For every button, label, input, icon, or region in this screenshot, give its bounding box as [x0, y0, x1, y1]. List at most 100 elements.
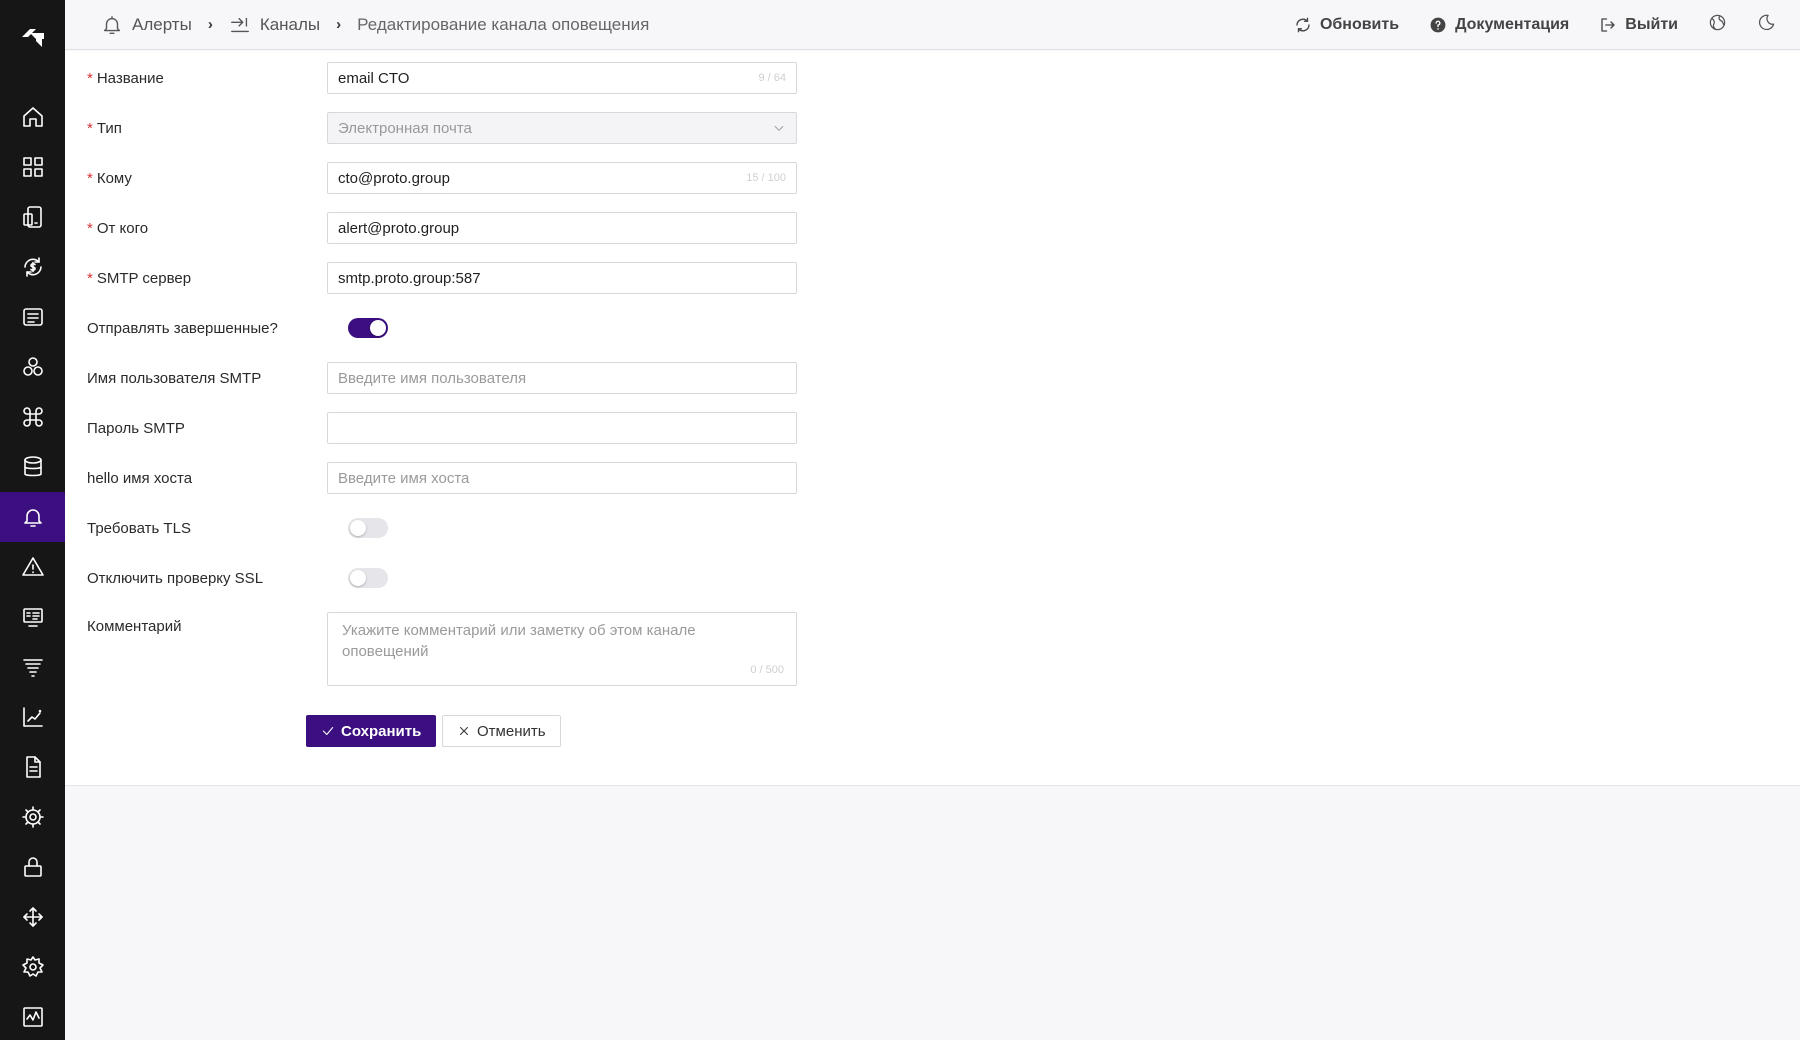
filter-icon: [22, 659, 43, 677]
smtp-server-input[interactable]: [338, 269, 786, 287]
require-tls-toggle[interactable]: [348, 518, 388, 538]
sidebar-item-circles[interactable]: [0, 342, 65, 392]
sidebar-item-settings[interactable]: [0, 942, 65, 992]
command-icon: [22, 407, 43, 427]
sidebar-item-sync[interactable]: [0, 242, 65, 292]
header-actions: Обновить Документация Выйти: [1294, 13, 1800, 37]
list-icon: [22, 308, 43, 326]
refresh-icon: [1296, 17, 1310, 32]
top-bar: Алерты › Каналы › Редактирование канала …: [65, 0, 1800, 50]
breadcrumb-channels[interactable]: Каналы: [229, 14, 320, 36]
send-resolved-label: Отправлять завершенные?: [87, 319, 278, 337]
form-row-type: * Тип Электронная почта: [87, 112, 797, 144]
sidebar-item-activity[interactable]: [0, 992, 65, 1040]
sidebar-item-dashboards[interactable]: [0, 142, 65, 192]
breadcrumb-alerts[interactable]: Алерты: [101, 14, 192, 36]
breadcrumb: Алерты › Каналы › Редактирование канала …: [65, 14, 649, 36]
bell-icon: [103, 15, 121, 34]
name-input[interactable]: [338, 69, 751, 87]
required-mark: *: [87, 219, 93, 237]
logout-button[interactable]: Выйти: [1599, 16, 1678, 34]
chevron-down-icon: [774, 125, 784, 131]
check-icon: [322, 726, 334, 736]
name-field: 9 / 64: [327, 62, 797, 94]
smtp-password-field: [327, 412, 797, 444]
name-label: * Название: [87, 70, 302, 87]
type-label: * Тип: [87, 120, 302, 137]
refresh-button[interactable]: Обновить: [1294, 16, 1399, 34]
comment-counter: 0 / 500: [750, 664, 784, 676]
theme-toggle-button[interactable]: [1757, 13, 1776, 37]
from-field: [327, 212, 797, 244]
skip-ssl-label: Отключить проверку SSL: [87, 569, 264, 587]
refresh-label: Обновить: [1319, 15, 1400, 33]
to-label-text: Кому: [96, 169, 132, 187]
chart-icon: [22, 707, 43, 727]
close-icon: [459, 726, 469, 736]
required-mark: *: [87, 169, 93, 187]
form-row-name: *Название 9 / 64: [87, 62, 797, 94]
toggle-knob: [350, 520, 366, 536]
comment-placeholder: Укажите комментарий или заметку об этом …: [342, 622, 696, 660]
sidebar-item-alerts[interactable]: [0, 492, 65, 542]
name-counter: 9 / 64: [758, 72, 786, 84]
docs-label: Документация: [1455, 15, 1570, 33]
to-input[interactable]: [338, 169, 739, 187]
smtp-user-input[interactable]: [338, 369, 786, 387]
form-row-require-tls: Требовать TLS: [87, 512, 787, 544]
warning-icon: [21, 557, 44, 576]
logo[interactable]: [0, 12, 65, 58]
type-select[interactable]: Электронная почта: [327, 112, 797, 144]
comment-textarea[interactable]: Укажите комментарий или заметку об этом …: [327, 612, 797, 686]
sidebar-item-warnings[interactable]: [0, 542, 65, 592]
logout-icon: [1601, 17, 1615, 32]
cancel-button[interactable]: Отменить: [442, 715, 561, 747]
from-input[interactable]: [338, 219, 786, 237]
form-row-comment: Комментарий Укажите комментарий или заме…: [87, 612, 797, 686]
sidebar-item-chart[interactable]: [0, 692, 65, 742]
smtp-password-input[interactable]: [338, 419, 786, 437]
required-mark: *: [87, 69, 93, 87]
sidebar-item-filter[interactable]: [0, 642, 65, 692]
toggle-knob: [370, 320, 386, 336]
sidebar-item-move[interactable]: [0, 892, 65, 942]
skip-ssl-toggle[interactable]: [348, 568, 388, 588]
smtp-server-label: * SMTP сервер: [87, 270, 302, 287]
sidebar: [0, 0, 65, 1040]
hello-host-input[interactable]: [338, 469, 786, 487]
sidebar-item-documents[interactable]: [0, 742, 65, 792]
to-label: * Кому: [87, 170, 302, 187]
sidebar-item-security[interactable]: [0, 842, 65, 892]
sidebar-item-database[interactable]: [0, 442, 65, 492]
sidebar-item-command[interactable]: [0, 392, 65, 442]
docs-button[interactable]: Документация: [1429, 16, 1569, 34]
sidebar-item-devices[interactable]: [0, 192, 65, 242]
name-label-text: Название: [96, 69, 164, 87]
to-counter: 15 / 100: [746, 172, 786, 184]
form-row-from: * От кого: [87, 212, 797, 244]
sidebar-item-monitor[interactable]: [0, 592, 65, 642]
send-resolved-toggle[interactable]: [348, 318, 388, 338]
sidebar-item-home[interactable]: [0, 92, 65, 142]
form-row-smtp-password: Пароль SMTP: [87, 412, 797, 444]
from-label: * От кого: [87, 220, 302, 237]
channel-edit-form: *Название 9 / 64 *Тип Электронная почта …: [65, 51, 1800, 786]
form-row-send-resolved: Отправлять завершенные?: [87, 312, 787, 344]
sync-dollar-icon: [23, 257, 42, 277]
document-icon: [25, 756, 41, 778]
channel-arrow-icon: [230, 17, 249, 32]
save-label: Сохранить: [341, 722, 422, 740]
save-button[interactable]: Сохранить: [306, 715, 437, 747]
type-label-text: Тип: [96, 119, 122, 137]
devices-icon: [22, 206, 42, 228]
bell-icon: [23, 509, 42, 527]
smtp-password-label: Пароль SMTP: [87, 419, 185, 437]
sidebar-item-list[interactable]: [0, 292, 65, 342]
language-button[interactable]: [1708, 13, 1727, 37]
help-circle-icon: [1430, 17, 1446, 32]
sidebar-item-network[interactable]: [0, 792, 65, 842]
form-row-smtp-server: * SMTP сервер: [87, 262, 797, 294]
to-field: 15 / 100: [327, 162, 797, 194]
breadcrumb-current: Редактирование канала оповещения: [357, 14, 650, 34]
move-icon: [22, 907, 43, 927]
